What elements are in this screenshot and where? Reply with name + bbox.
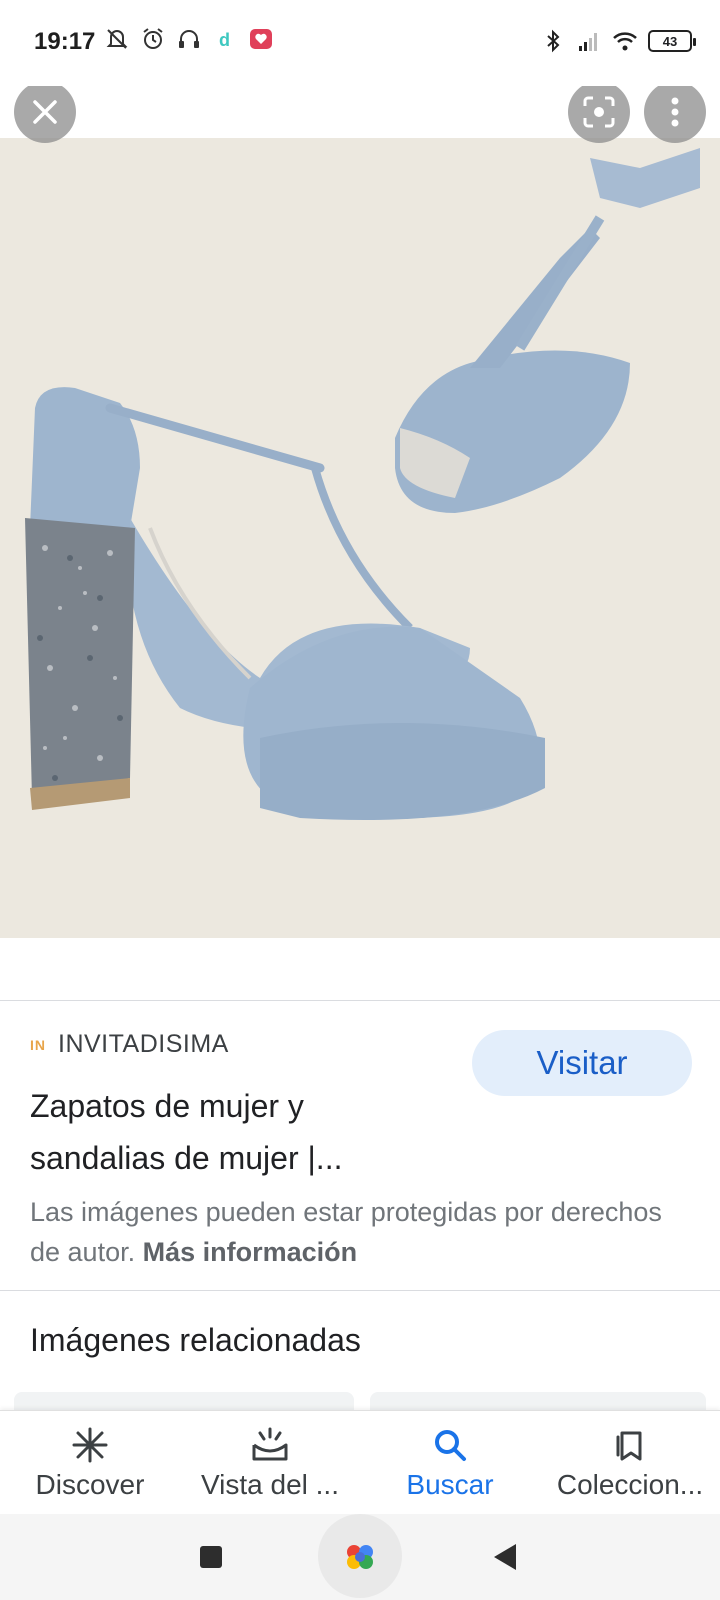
alarm-clock-icon: [143, 28, 163, 49]
nav-label: Coleccion...: [556, 1468, 704, 1500]
more-vertical-icon: [671, 97, 679, 127]
nav-label: Buscar: [406, 1468, 494, 1500]
discover-icon: [72, 1427, 108, 1462]
image-viewer[interactable]: [0, 86, 720, 1001]
heart-app-icon: [250, 29, 272, 49]
assistant-icon: [347, 1545, 373, 1569]
svg-text:d: d: [219, 30, 230, 50]
page-title[interactable]: Zapatos de mujer y sandalias de mujer |.…: [30, 1080, 450, 1184]
recents-button[interactable]: [200, 1546, 222, 1568]
lens-icon: [583, 96, 615, 128]
signal-icon: [579, 33, 597, 51]
back-button[interactable]: [494, 1544, 516, 1570]
nav-label: Vista del ...: [200, 1468, 339, 1500]
notification-icons: d: [104, 26, 274, 52]
bottom-navigation: Discover Vista del ... Buscar Coleccion.…: [0, 1410, 720, 1514]
system-icons: 43: [540, 28, 696, 54]
shoe-photo[interactable]: [0, 138, 720, 938]
bluetooth-icon: [547, 29, 560, 53]
status-bar: 19:17 d 43: [0, 0, 720, 86]
battery-indicator: 43: [648, 30, 696, 52]
home-button[interactable]: [318, 1514, 402, 1598]
page-title-line1: Zapatos de mujer y: [30, 1088, 304, 1124]
source-row[interactable]: IN INVITADISIMA: [30, 1030, 229, 1059]
related-thumbnail[interactable]: [370, 1392, 706, 1412]
nav-discover[interactable]: Discover: [0, 1411, 180, 1514]
more-options-button[interactable]: [644, 86, 706, 143]
source-name[interactable]: INVITADISIMA: [58, 1030, 229, 1059]
d-app-icon: d: [219, 30, 230, 50]
copyright-notice: Las imágenes pueden estar protegidas por…: [30, 1192, 690, 1272]
nav-label: Discover: [35, 1468, 145, 1500]
page-title-line2: sandalias de mujer |...: [30, 1140, 343, 1176]
nav-updates[interactable]: Vista del ...: [180, 1411, 360, 1514]
source-logo: IN: [30, 1036, 46, 1053]
updates-icon: [252, 1427, 288, 1460]
divider: [0, 1000, 720, 1001]
collections-icon: [616, 1431, 642, 1460]
headphones-icon: [179, 30, 199, 48]
nav-search[interactable]: Buscar: [360, 1411, 540, 1514]
silent-alarm-icon: [106, 29, 128, 49]
close-button[interactable]: [14, 86, 76, 143]
search-icon: [435, 1429, 466, 1461]
related-thumbnail[interactable]: [14, 1392, 354, 1412]
status-time: 19:17: [34, 28, 96, 55]
wifi-icon: [613, 32, 637, 51]
lens-button[interactable]: [568, 86, 630, 143]
close-icon: [33, 100, 57, 124]
more-info-link[interactable]: Más información: [143, 1237, 358, 1267]
nav-collections[interactable]: Coleccion...: [540, 1411, 720, 1514]
divider: [0, 1290, 720, 1291]
visit-button[interactable]: Visitar: [472, 1030, 692, 1096]
system-navigation-bar: [0, 1514, 720, 1600]
related-images-title: Imágenes relacionadas: [30, 1322, 361, 1358]
